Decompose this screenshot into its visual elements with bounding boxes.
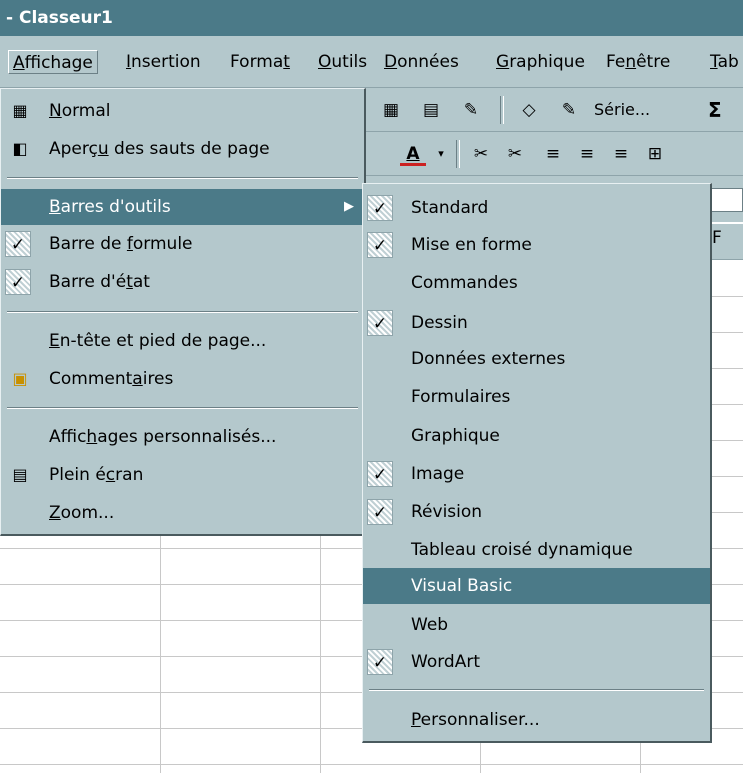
menu-item-label: Barre d'état [49,272,150,292]
toolbar-separator [500,96,504,124]
menu-item-label: Données externes [411,349,566,369]
menu-item-label: Mise en forme [411,235,532,255]
menu-item-label: WordArt [411,652,480,672]
check-icon: ✓ [5,231,31,257]
submenu-item-personnaliser[interactable]: Personnaliser... [363,702,710,738]
menu-item-commentaires[interactable]: ▣ Commentaires [1,361,364,397]
column-f-header[interactable]: F [712,228,722,248]
comments-icon: ▣ [12,369,28,388]
menu-item-label: Visual Basic [411,576,513,596]
serie-button[interactable]: Série... [594,97,650,123]
menu-item-label: Personnaliser... [411,710,540,730]
check-icon: ✓ [367,499,393,525]
menu-item-label: Aperçu des sauts de page [49,139,270,159]
menu-item-label: Graphique [411,426,500,446]
submenu-item-formulaires[interactable]: Formulaires [363,379,710,415]
submenu-item-standard[interactable]: ✓ Standard [363,190,710,226]
font-color-dropdown-icon[interactable]: ▾ [428,141,454,167]
menu-item-label: Normal [49,101,111,121]
submenu-item-tableau-croise[interactable]: Tableau croisé dynamique [363,532,710,568]
menu-item-label: Formulaires [411,387,511,407]
menu-item-barre-formule[interactable]: ✓ Barre de formule [1,226,364,262]
sort-descending-icon[interactable]: ▤ [418,97,444,123]
page-break-icon: ◧ [12,139,28,158]
align-left-icon[interactable]: ≡ [540,141,566,167]
menu-format[interactable]: Format [226,50,294,74]
check-icon: ✓ [367,232,393,258]
window-title: - Classeur1 [0,0,743,36]
menu-item-label: Dessin [411,313,468,333]
submenu-item-revision[interactable]: ✓ Révision [363,494,710,530]
menu-donnees[interactable]: Données [380,50,463,74]
menu-item-barre-etat[interactable]: ✓ Barre d'état [1,264,364,300]
menu-item-label: En-tête et pied de page... [49,331,267,351]
menu-separator [7,177,358,179]
submenu-item-donnees-externes[interactable]: Données externes [363,341,710,377]
menu-item-label: Barre de formule [49,234,193,254]
menu-item-apercu[interactable]: ◧ Aperçu des sauts de page [1,131,364,167]
menu-item-label: Commentaires [49,369,174,389]
menu-item-entete[interactable]: En-tête et pied de page... [1,323,364,359]
submenu-item-mise-en-forme[interactable]: ✓ Mise en forme [363,227,710,263]
menu-item-label: Standard [411,198,489,218]
check-icon: ✓ [367,195,393,221]
menu-item-label: Web [411,615,449,635]
scissors2-icon[interactable]: ✂ [502,141,528,167]
menu-bar: Affichage Insertion Format Outils Donnée… [0,36,743,88]
eraser-icon[interactable]: ◇ [516,97,542,123]
paint-icon[interactable]: ✎ [458,97,484,123]
menu-item-label: Zoom... [49,503,115,523]
font-color-icon[interactable]: A [400,141,426,167]
check-icon: ✓ [5,269,31,295]
menu-item-normal[interactable]: ▦ Normal [1,93,364,129]
toolbars-submenu: ✓ Standard ✓ Mise en forme Commandes ✓ D… [362,183,712,743]
menu-item-affichages-perso[interactable]: Affichages personnalisés... [1,419,364,455]
menu-item-plein-ecran[interactable]: ▤ Plein écran [1,457,364,493]
menu-item-zoom[interactable]: Zoom... [1,495,364,531]
menu-affichage[interactable]: Affichage [8,50,98,74]
grid-icon: ▦ [12,101,28,120]
submenu-arrow-icon: ▶ [344,199,354,214]
menu-item-label: Révision [411,502,483,522]
menu-item-label: Barres d'outils [49,197,171,217]
series-icon[interactable]: ✎ [556,97,582,123]
menu-insertion[interactable]: Insertion [122,50,205,74]
submenu-item-graphique[interactable]: Graphique [363,418,710,454]
menu-item-label: Plein écran [49,465,144,485]
affichage-menu: ▦ Normal ◧ Aperçu des sauts de page Barr… [0,88,366,536]
menu-graphique[interactable]: Graphique [492,50,589,74]
check-icon: ✓ [367,461,393,487]
fullscreen-icon: ▤ [12,465,28,484]
submenu-item-commandes[interactable]: Commandes [363,265,710,301]
submenu-item-visual-basic[interactable]: Visual Basic [363,568,710,604]
align-center-icon[interactable]: ≡ [574,141,600,167]
menu-separator [369,689,704,691]
menu-item-label: Image [411,464,465,484]
sort-ascending-icon[interactable]: ▦ [378,97,404,123]
menu-separator [7,311,358,313]
menu-item-barres-outils[interactable]: Barres d'outils ▶ [1,189,364,225]
autosum-icon[interactable]: Σ [708,97,722,123]
merge-center-icon[interactable]: ⊞ [642,141,668,167]
submenu-item-web[interactable]: Web [363,607,710,643]
submenu-item-image[interactable]: ✓ Image [363,456,710,492]
menu-outils[interactable]: Outils [314,50,371,74]
scissors-icon[interactable]: ✂ [468,141,494,167]
menu-item-label: Affichages personnalisés... [49,427,277,447]
check-icon: ✓ [367,310,393,336]
menu-tab[interactable]: Tab [706,50,743,74]
menu-item-label: Commandes [411,273,518,293]
menu-separator [7,407,358,409]
submenu-item-wordart[interactable]: ✓ WordArt [363,644,710,680]
menu-fenetre[interactable]: Fenêtre [602,50,674,74]
menu-item-label: Tableau croisé dynamique [411,540,633,560]
submenu-item-dessin[interactable]: ✓ Dessin [363,305,710,341]
align-right-icon[interactable]: ≡ [608,141,634,167]
check-icon: ✓ [367,649,393,675]
toolbar-separator [456,140,460,168]
